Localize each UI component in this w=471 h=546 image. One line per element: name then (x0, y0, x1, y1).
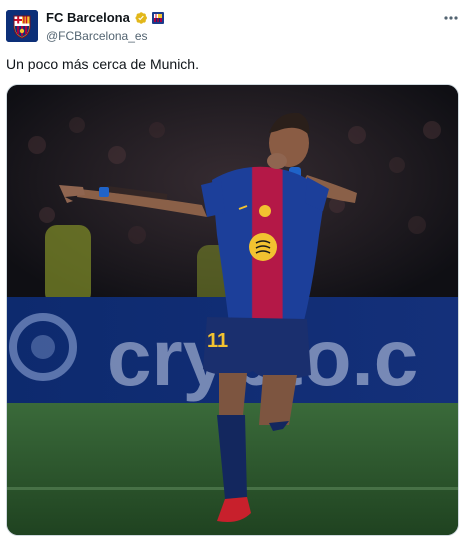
fc-barcelona-affiliate-badge-icon[interactable] (151, 12, 164, 24)
author-names: FC Barcelona @FCBarcelona_es (46, 10, 164, 44)
verified-badge-icon[interactable] (134, 11, 148, 25)
more-options-icon[interactable] (442, 10, 460, 26)
tweet-header: FC Barcelona @FCBarcelona_es (6, 8, 466, 44)
tweet-photo[interactable]: crypto.c 11 (6, 84, 459, 536)
tweet[interactable]: FC Barcelona @FCBarcelona_es Un poco más… (0, 0, 471, 546)
author-handle[interactable]: @FCBarcelona_es (46, 28, 164, 44)
svg-text:11: 11 (207, 330, 228, 352)
tweet-text: Un poco más cerca de Munich. (6, 56, 199, 72)
author-display-name[interactable]: FC Barcelona (46, 10, 130, 26)
fc-barcelona-crest-icon (6, 10, 38, 42)
avatar[interactable] (6, 10, 38, 42)
photo-image: crypto.c 11 (7, 85, 458, 535)
